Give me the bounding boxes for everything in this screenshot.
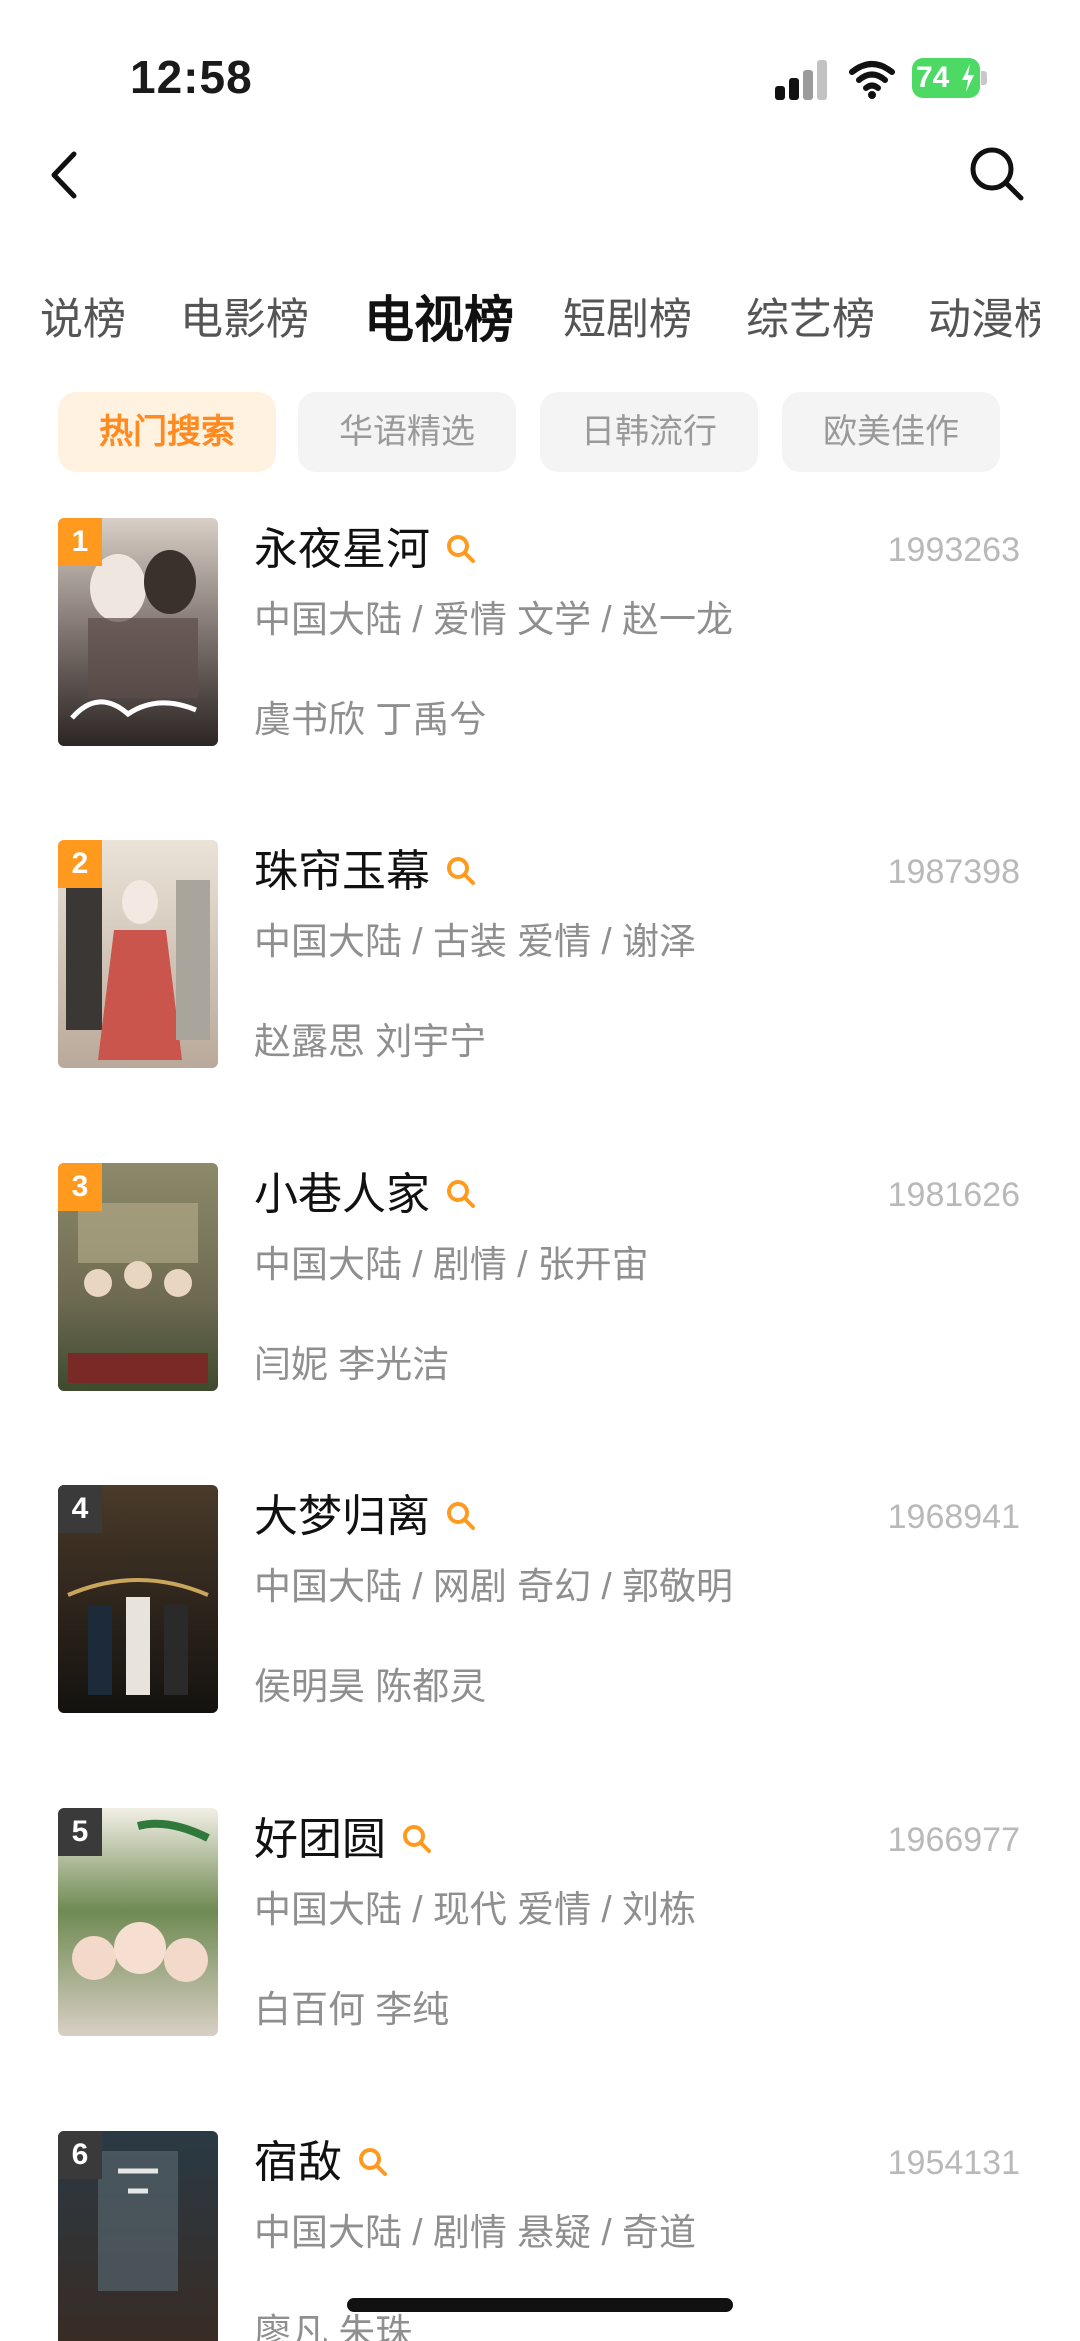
show-title-text: 小巷人家	[254, 1170, 430, 1219]
show-title[interactable]: 宿敌	[254, 2135, 390, 2191]
show-title-text: 永夜星河	[254, 525, 430, 574]
poster-image[interactable]: 3	[58, 1163, 218, 1391]
list-item[interactable]: 3 小巷人家 1981626 中国大陆 / 剧情 / 张开宙 闫妮 李光洁	[0, 1163, 1080, 1413]
poster-image[interactable]: 6	[58, 2131, 218, 2341]
show-title[interactable]: 大梦归离	[254, 1489, 478, 1545]
search-icon[interactable]	[444, 1499, 478, 1533]
list-item[interactable]: 5 好团圆 1966977 中国大陆 / 现代 爱情 / 刘栋 白百何 李纯	[0, 1808, 1080, 2058]
show-meta: 中国大陆 / 剧情 / 张开宙	[254, 1244, 649, 1285]
rank-badge: 3	[58, 1163, 102, 1211]
ranking-list: 1 永夜星河 1993263 中国大陆 / 爱情 文学 / 赵一龙 虞书欣 丁禹…	[0, 0, 1080, 2341]
search-icon[interactable]	[356, 2145, 390, 2179]
search-icon[interactable]	[444, 1177, 478, 1211]
show-title[interactable]: 小巷人家	[254, 1167, 478, 1223]
poster-image[interactable]: 4	[58, 1485, 218, 1713]
list-item[interactable]: 1 永夜星河 1993263 中国大陆 / 爱情 文学 / 赵一龙 虞书欣 丁禹…	[0, 518, 1080, 768]
show-title-text: 好团圆	[254, 1815, 386, 1864]
show-title[interactable]: 珠帘玉幕	[254, 844, 478, 900]
search-icon[interactable]	[444, 532, 478, 566]
show-title-text: 珠帘玉幕	[254, 847, 430, 896]
show-title-text: 大梦归离	[254, 1492, 430, 1541]
show-meta: 中国大陆 / 网剧 奇幻 / 郭敬明	[254, 1566, 733, 1607]
rank-badge: 1	[58, 518, 102, 566]
search-icon[interactable]	[444, 854, 478, 888]
ranking-page: 12:58 74 说榜 电影榜 电视榜 短剧榜 综艺榜 动漫榜 热门搜索 华语精…	[0, 0, 1080, 2341]
show-cast: 白百何 李纯	[254, 1989, 450, 2030]
show-title[interactable]: 好团圆	[254, 1812, 434, 1868]
rank-badge: 4	[58, 1485, 102, 1533]
show-title-text: 宿敌	[254, 2138, 342, 2187]
home-indicator[interactable]	[347, 2298, 733, 2312]
search-count: 1993263	[887, 531, 1020, 569]
poster-image[interactable]: 2	[58, 840, 218, 1068]
rank-badge: 6	[58, 2131, 102, 2179]
list-item[interactable]: 2 珠帘玉幕 1987398 中国大陆 / 古装 爱情 / 谢泽 赵露思 刘宇宁	[0, 840, 1080, 1090]
rank-badge: 2	[58, 840, 102, 888]
list-item[interactable]: 4 大梦归离 1968941 中国大陆 / 网剧 奇幻 / 郭敬明 侯明昊 陈都…	[0, 1485, 1080, 1735]
show-cast: 闫妮 李光洁	[254, 1344, 450, 1385]
search-count: 1987398	[887, 853, 1020, 891]
search-icon[interactable]	[400, 1822, 434, 1856]
show-cast: 赵露思 刘宇宁	[254, 1021, 487, 1062]
poster-image[interactable]: 5	[58, 1808, 218, 2036]
show-cast: 廖凡 朱珠	[254, 2312, 413, 2341]
show-title[interactable]: 永夜星河	[254, 522, 478, 578]
show-meta: 中国大陆 / 现代 爱情 / 刘栋	[254, 1889, 696, 1930]
rank-badge: 5	[58, 1808, 102, 1856]
search-count: 1954131	[887, 2144, 1020, 2182]
search-count: 1966977	[887, 1821, 1020, 1859]
show-meta: 中国大陆 / 爱情 文学 / 赵一龙	[254, 599, 733, 640]
show-meta: 中国大陆 / 古装 爱情 / 谢泽	[254, 921, 696, 962]
show-cast: 侯明昊 陈都灵	[254, 1666, 487, 1707]
search-count: 1968941	[887, 1498, 1020, 1536]
show-cast: 虞书欣 丁禹兮	[254, 699, 487, 740]
show-meta: 中国大陆 / 剧情 悬疑 / 奇道	[254, 2212, 696, 2253]
search-count: 1981626	[887, 1176, 1020, 1214]
poster-image[interactable]: 1	[58, 518, 218, 746]
